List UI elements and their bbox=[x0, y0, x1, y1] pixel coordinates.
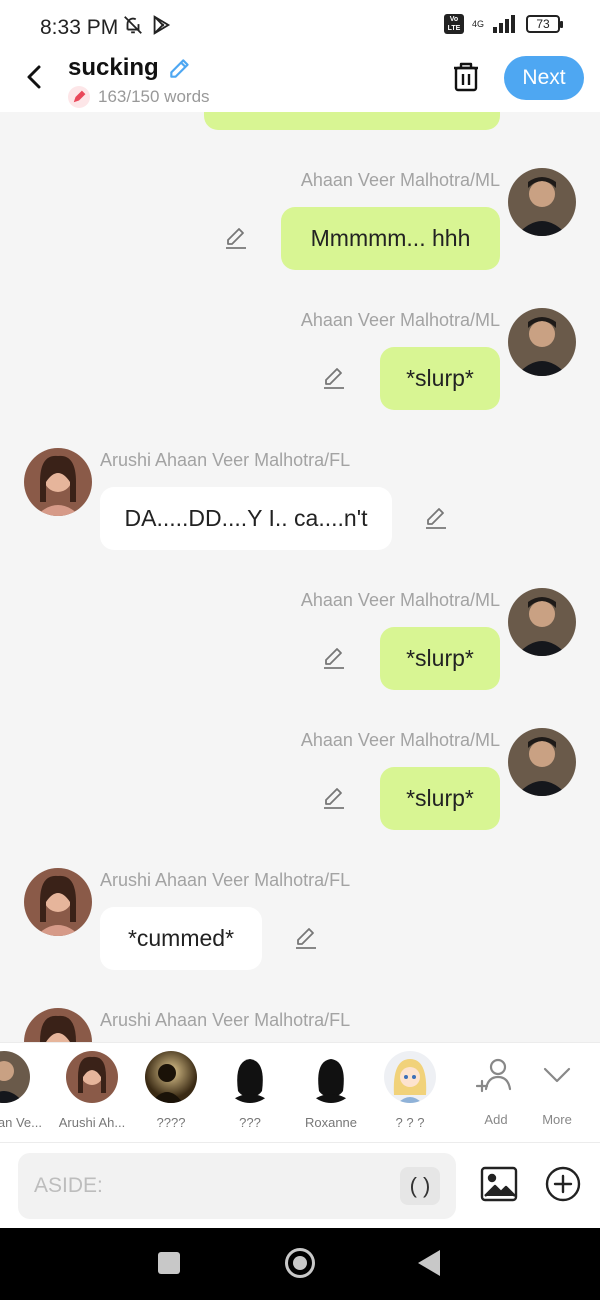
chat-area[interactable]: Ahaan Veer Malhotra/ML Mmmmm... hhh Ahaa… bbox=[0, 112, 600, 1042]
character-item[interactable]: Ahaan Ve... bbox=[0, 1051, 42, 1130]
back-button[interactable] bbox=[418, 1250, 440, 1276]
sender-name: Arushi Ahaan Veer Malhotra/FL bbox=[100, 450, 351, 470]
edit-message-icon[interactable] bbox=[424, 506, 448, 530]
volte-icon: Vo LTE bbox=[443, 14, 464, 34]
character-item[interactable]: Arushi Ah... bbox=[54, 1051, 130, 1130]
network-label: 4G bbox=[471, 18, 484, 29]
avatar-ahaan[interactable] bbox=[508, 308, 576, 376]
input-bar: ( ) bbox=[0, 1142, 600, 1228]
add-character-button[interactable]: Add bbox=[466, 1055, 526, 1127]
message-bubble[interactable]: DA.....DD....Y I.. ca....n't bbox=[100, 487, 392, 550]
battery-icon: 73 bbox=[526, 15, 563, 33]
sender-name: Arushi Ahaan Veer Malhotra/FL bbox=[100, 1010, 351, 1030]
plus-circle-icon[interactable] bbox=[544, 1165, 582, 1203]
top-header: sucking 163/150 words Next bbox=[0, 52, 600, 112]
play-store-icon bbox=[153, 15, 171, 35]
edit-message-icon[interactable] bbox=[322, 646, 346, 670]
home-button[interactable] bbox=[285, 1248, 315, 1278]
more-button[interactable]: More bbox=[527, 1055, 587, 1127]
back-arrow-icon[interactable] bbox=[20, 62, 50, 92]
signal-icon bbox=[493, 15, 515, 33]
avatar-ahaan[interactable] bbox=[508, 588, 576, 656]
message-bubble-partial[interactable] bbox=[204, 112, 500, 130]
pencil-badge-icon bbox=[68, 86, 90, 108]
sender-name: Ahaan Veer Malhotra/ML bbox=[300, 730, 500, 750]
avatar-arushi[interactable] bbox=[24, 1008, 92, 1042]
message-bubble[interactable]: *slurp* bbox=[380, 627, 500, 690]
add-user-icon bbox=[475, 1058, 512, 1093]
edit-message-icon[interactable] bbox=[322, 786, 346, 810]
next-button[interactable]: Next bbox=[504, 56, 584, 100]
avatar-arushi[interactable] bbox=[24, 868, 92, 936]
word-count-text: 163/150 words bbox=[98, 87, 210, 106]
aside-input[interactable] bbox=[34, 1153, 394, 1219]
avatar-ahaan[interactable] bbox=[508, 168, 576, 236]
word-count: 163/150 words bbox=[68, 86, 210, 108]
chevron-down-icon bbox=[543, 1067, 571, 1083]
image-icon[interactable] bbox=[480, 1165, 518, 1203]
edit-title-icon[interactable] bbox=[167, 55, 193, 81]
bell-off-icon bbox=[124, 16, 142, 34]
aside-input-container: ( ) bbox=[18, 1153, 456, 1219]
story-title[interactable]: sucking bbox=[68, 54, 159, 82]
message-bubble[interactable]: *slurp* bbox=[380, 767, 500, 830]
character-item[interactable]: ??? bbox=[212, 1051, 288, 1130]
character-bar: Ahaan Ve... Arushi Ah... ???? ??? Roxann… bbox=[0, 1042, 600, 1142]
system-nav-bar bbox=[0, 1228, 600, 1300]
avatar-ahaan[interactable] bbox=[508, 728, 576, 796]
sender-name: Ahaan Veer Malhotra/ML bbox=[300, 170, 500, 190]
message-bubble[interactable]: Mmmmm... hhh bbox=[281, 207, 500, 270]
recents-button[interactable] bbox=[158, 1252, 180, 1274]
character-item[interactable]: ???? bbox=[133, 1051, 209, 1130]
message-bubble[interactable]: *slurp* bbox=[380, 347, 500, 410]
status-bar: 8:33 PM Vo LTE 4G 73 bbox=[0, 0, 600, 52]
status-time: 8:33 PM bbox=[40, 16, 119, 39]
edit-message-icon[interactable] bbox=[322, 366, 346, 390]
sender-name: Arushi Ahaan Veer Malhotra/FL bbox=[100, 870, 351, 890]
parenthesis-button[interactable]: ( ) bbox=[400, 1167, 440, 1205]
trash-icon[interactable] bbox=[450, 60, 482, 94]
character-item[interactable]: ? ? ? bbox=[372, 1051, 448, 1130]
message-bubble[interactable]: *cummed* bbox=[100, 907, 262, 970]
character-item[interactable]: Roxanne bbox=[293, 1051, 369, 1130]
edit-message-icon[interactable] bbox=[224, 226, 248, 250]
avatar-arushi[interactable] bbox=[24, 448, 92, 516]
sender-name: Ahaan Veer Malhotra/ML bbox=[300, 310, 500, 330]
edit-message-icon[interactable] bbox=[294, 926, 318, 950]
sender-name: Ahaan Veer Malhotra/ML bbox=[300, 590, 500, 610]
